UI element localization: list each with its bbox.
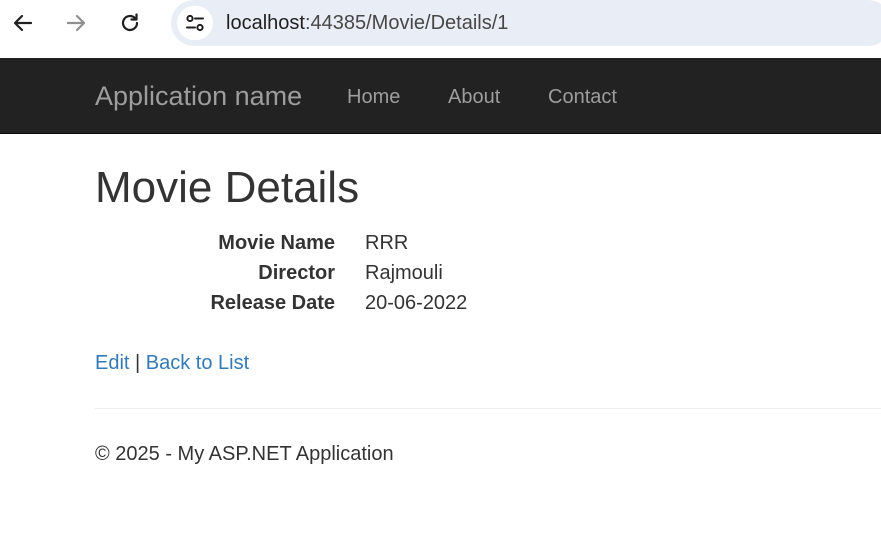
detail-value: RRR bbox=[365, 232, 409, 254]
detail-label: Release Date bbox=[210, 292, 335, 314]
site-info-button[interactable] bbox=[177, 6, 213, 40]
detail-row-movie-name: Movie Name RRR bbox=[0, 230, 881, 256]
forward-button[interactable] bbox=[59, 6, 93, 40]
page-title: Movie Details bbox=[95, 163, 360, 212]
detail-row-release-date: Release Date 20-06-2022 bbox=[0, 290, 881, 316]
brand-link[interactable]: Application name bbox=[95, 81, 302, 111]
edit-link[interactable]: Edit bbox=[95, 352, 129, 374]
link-separator: | bbox=[129, 352, 146, 374]
url-text[interactable]: localhost:44385/Movie/Details/1 bbox=[226, 11, 508, 35]
action-links: Edit | Back to List bbox=[95, 350, 249, 376]
back-button[interactable] bbox=[6, 6, 40, 40]
reload-button[interactable] bbox=[113, 6, 147, 40]
tune-icon bbox=[186, 14, 204, 32]
detail-row-director: Director Rajmouli bbox=[0, 260, 881, 286]
footer-copyright: © 2025 - My ASP.NET Application bbox=[95, 443, 394, 465]
detail-label: Director bbox=[258, 262, 335, 284]
address-bar[interactable]: localhost:44385/Movie/Details/1 bbox=[171, 0, 881, 46]
site-navbar: Application name Home About Contact bbox=[0, 58, 881, 134]
back-to-list-link[interactable]: Back to List bbox=[146, 352, 249, 374]
detail-value: 20-06-2022 bbox=[365, 292, 468, 314]
browser-toolbar: localhost:44385/Movie/Details/1 bbox=[0, 0, 881, 58]
url-host: localhost bbox=[226, 12, 305, 34]
back-arrow-icon bbox=[13, 14, 33, 32]
footer-divider bbox=[95, 408, 881, 409]
nav-link-home[interactable]: Home bbox=[347, 86, 400, 108]
reload-icon bbox=[121, 13, 139, 32]
nav-link-about[interactable]: About bbox=[448, 86, 500, 108]
detail-label: Movie Name bbox=[218, 232, 335, 254]
url-path: :44385/Movie/Details/1 bbox=[304, 12, 509, 34]
forward-arrow-icon bbox=[66, 14, 86, 32]
detail-value: Rajmouli bbox=[365, 262, 443, 284]
nav-link-contact[interactable]: Contact bbox=[548, 86, 617, 108]
